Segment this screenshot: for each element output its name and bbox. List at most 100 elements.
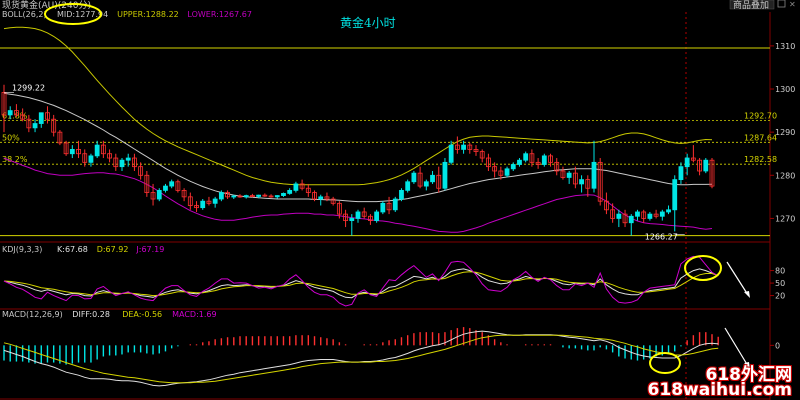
candle-body xyxy=(256,194,262,197)
candle-body xyxy=(32,123,38,129)
watermark: 618外汇网 618waihui.com xyxy=(647,365,792,400)
chart-canvas: 现货黄金(AU)(240分) 商品叠加 ✕ BOLL(26,2) MID:1277… xyxy=(0,0,796,400)
down-arrow-icon xyxy=(726,261,750,298)
candle-body xyxy=(616,213,622,219)
candle-body xyxy=(523,153,529,161)
candle-body xyxy=(541,155,547,165)
candle-body xyxy=(566,172,572,178)
candle-body xyxy=(125,157,131,161)
legend-item: MACD:1.69 xyxy=(172,310,217,319)
candle-body xyxy=(672,179,678,211)
legend-item: LOWER:1267.67 xyxy=(187,10,252,19)
macd-legend: MACD(12,26,9) DIFF:0.28 DEA:-0.56 MACD:1.69 xyxy=(2,310,217,319)
candle-body xyxy=(635,211,640,217)
candle-body xyxy=(666,209,671,213)
candle-body xyxy=(243,195,249,198)
macd-dea-line xyxy=(3,334,719,384)
candle-body xyxy=(423,181,429,187)
y-tick-label: 80 xyxy=(775,267,785,276)
candle-body xyxy=(399,189,404,200)
candle-body xyxy=(411,172,417,183)
y-tick-label: 20 xyxy=(775,292,785,301)
price-legend: BOLL(26,2) MID:1277.94 UPPER:1288.22 LOWER:… xyxy=(2,10,252,19)
candle-body xyxy=(218,192,224,200)
candle-body xyxy=(430,174,435,183)
close-icon[interactable]: ✕ xyxy=(789,0,796,9)
candle-body xyxy=(355,211,361,219)
kdj-legend: KDJ(9,3,3) K:67.68 D:67.92 J:67.19 xyxy=(2,245,164,254)
y-tick-label: 0 xyxy=(775,341,780,350)
candle-body xyxy=(293,183,299,191)
candle-body xyxy=(281,193,286,196)
fib-value: 1292.70 xyxy=(744,112,777,121)
candle-body xyxy=(38,112,44,124)
candle-body xyxy=(405,181,411,191)
candle-body xyxy=(94,144,100,157)
candle-body xyxy=(659,211,665,217)
y-tick-label: 1290 xyxy=(775,128,795,137)
y-tick-label: 50 xyxy=(775,279,785,288)
fib-value: 1287.64 xyxy=(744,133,777,142)
candle-body xyxy=(88,155,94,163)
legend-item: BOLL(26,2) xyxy=(2,10,47,19)
candle-body xyxy=(169,181,175,187)
candle-body xyxy=(374,211,380,221)
candle-body xyxy=(579,179,584,185)
fib-value: 1282.58 xyxy=(744,155,777,164)
candle-body xyxy=(163,185,168,191)
legend-item: KDJ(9,3,3) xyxy=(2,245,42,254)
candle-body xyxy=(380,202,386,213)
candle-body xyxy=(504,168,510,176)
legend-item: DEA:-0.56 xyxy=(122,310,162,319)
candle-body xyxy=(69,149,75,155)
macd-panel: 0 xyxy=(3,327,780,387)
candle-body xyxy=(461,144,466,150)
legend-item: UPPER:1288.22 xyxy=(117,10,179,19)
legend-item: D:67.92 xyxy=(97,245,129,254)
boll-mid-line xyxy=(3,92,713,203)
y-tick-label: 1300 xyxy=(775,85,795,94)
candle-body xyxy=(647,213,653,219)
candle-body xyxy=(628,215,634,224)
candle-body xyxy=(349,218,355,221)
candle-body xyxy=(287,189,293,194)
candle-body xyxy=(231,195,237,198)
y-tick-label: 1280 xyxy=(775,171,795,180)
price-panel: 61.8% 1292.7050% 1287.6438.2% 1282.58127012… xyxy=(0,26,795,242)
candle-body xyxy=(517,159,522,165)
panel-title: 黄金4小时 xyxy=(340,15,396,30)
y-tick-label: 1310 xyxy=(775,42,795,51)
candle-body xyxy=(442,161,448,189)
candle-body xyxy=(392,198,398,211)
kdj-line-j xyxy=(3,255,719,307)
kdj-panel: 20 50 80 xyxy=(3,255,785,307)
candle-body xyxy=(200,200,206,209)
candle-body xyxy=(318,196,324,200)
candle-body xyxy=(684,157,690,168)
legend-item: MACD(12,26,9) xyxy=(2,310,63,319)
candle-body xyxy=(119,159,125,168)
y-tick-label: 1270 xyxy=(775,214,795,223)
annotation-label: 1266.27 xyxy=(645,233,678,242)
candle-body xyxy=(510,164,516,170)
candle-body xyxy=(156,189,162,200)
macd-diff-line xyxy=(3,330,719,387)
legend-item: K:67.68 xyxy=(57,245,88,254)
window-restore-icon[interactable] xyxy=(777,0,786,8)
candle-body xyxy=(703,159,709,172)
candle-body xyxy=(7,110,13,116)
candle-body xyxy=(212,198,218,204)
annotation-label: 1299.22 xyxy=(12,83,45,92)
legend-item: DIFF:0.28 xyxy=(72,310,110,319)
candle-body xyxy=(448,144,454,163)
fib-label: 50% xyxy=(2,133,20,142)
boll-upper-line xyxy=(3,26,713,186)
candle-body xyxy=(591,161,597,189)
candle-body xyxy=(274,195,280,198)
legend-item: J:67.19 xyxy=(135,245,164,254)
kdj-highlight-circle xyxy=(684,255,722,281)
kdj-line-k xyxy=(3,268,719,299)
candle-body xyxy=(678,166,684,181)
overlay-tab-label: 商品叠加 xyxy=(733,0,769,11)
fib-label: 38.2% xyxy=(2,155,28,164)
